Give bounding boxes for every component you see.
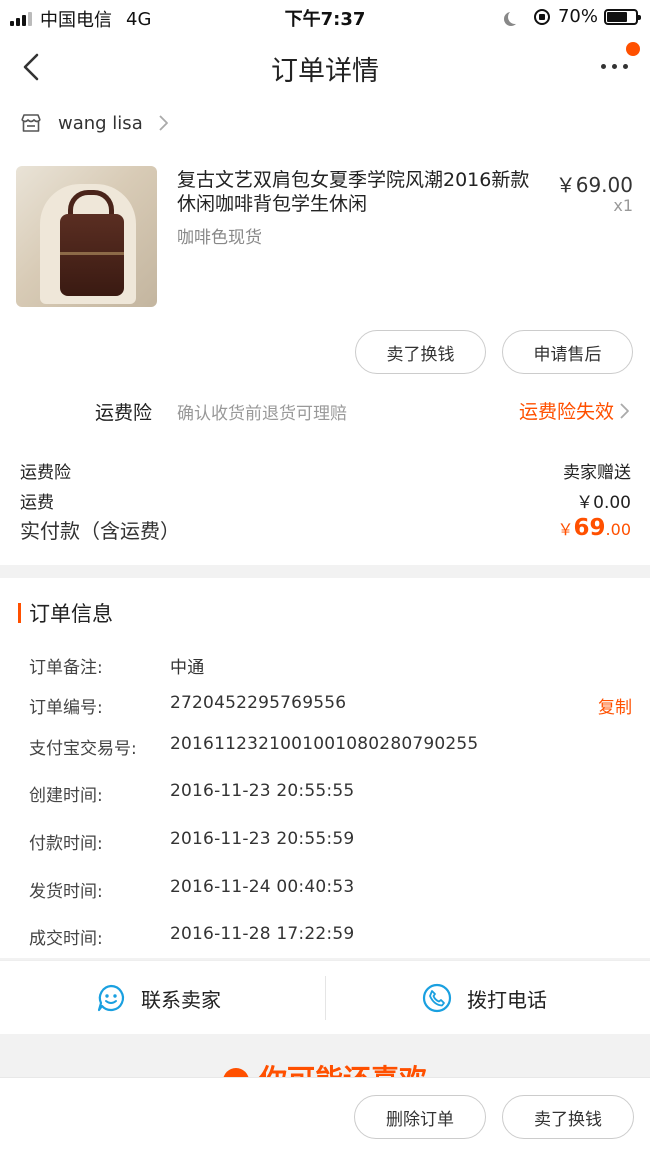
- call-button[interactable]: 拨打电话: [421, 961, 547, 1035]
- battery-icon: [604, 8, 641, 25]
- status-bar: 中国电信 4G 下午7:37 70%: [0, 0, 650, 34]
- fee-insurance-value: 卖家赠送: [563, 463, 631, 483]
- signal-icon: [10, 12, 34, 26]
- info-value: 2720452295769556: [170, 693, 347, 713]
- insurance-label: 运费险: [95, 402, 153, 424]
- moon-icon: [508, 10, 522, 24]
- rotation-lock-icon: [533, 8, 550, 25]
- carrier-name: 中国电信: [40, 10, 112, 31]
- paid-dec: .00: [605, 520, 631, 539]
- shop-link[interactable]: wang lisa: [0, 100, 650, 146]
- fee-insurance-row: 运费险 卖家赠送: [20, 458, 631, 483]
- info-label: 成交时间:: [29, 929, 103, 949]
- call-label: 拨打电话: [467, 987, 547, 1012]
- chevron-right-icon: [159, 115, 168, 131]
- battery-level: [607, 11, 627, 22]
- battery-percent: 70%: [557, 6, 598, 27]
- chevron-right-icon: [620, 403, 629, 419]
- info-row-created: 创建时间: 2016-11-23 20:55:55: [29, 781, 632, 807]
- chevron-left-icon: [23, 53, 39, 81]
- contact-bar: 联系卖家 拨打电话: [0, 960, 650, 1034]
- info-label: 发货时间:: [29, 882, 103, 902]
- copy-button[interactable]: 复制: [598, 693, 632, 718]
- status-left: 中国电信 4G: [10, 6, 151, 32]
- more-button[interactable]: [598, 42, 640, 80]
- fee-shipping-row: 运费 ￥0.00: [20, 488, 631, 513]
- info-row-remark: 订单备注: 中通: [29, 653, 632, 679]
- status-right: 70%: [504, 6, 641, 27]
- nav-bar: 订单详情: [0, 34, 650, 100]
- phone-icon: [422, 983, 452, 1013]
- fee-insurance-label: 运费险: [20, 463, 71, 483]
- shop-name: wang lisa: [58, 112, 143, 134]
- product-title[interactable]: 复古文艺双肩包女夏季学院风潮2016新款休闲咖啡背包学生休闲: [177, 168, 541, 216]
- paid-total-label: 实付款（含运费）: [20, 519, 180, 543]
- paid-int: 69: [573, 515, 606, 541]
- order-info-title: 订单信息: [29, 602, 113, 626]
- sell-for-cash-bottom-button[interactable]: 卖了换钱: [502, 1095, 634, 1139]
- paid-currency: ￥: [557, 520, 574, 539]
- insurance-desc: 确认收货前退货可理赔: [177, 404, 347, 424]
- contact-seller-button[interactable]: 联系卖家: [95, 961, 221, 1035]
- page-title: 订单详情: [271, 56, 379, 87]
- section-accent-bar: [18, 603, 21, 623]
- recommend-title: 你可能还喜欢: [0, 1058, 650, 1078]
- info-row-order-number: 订单编号: 2720452295769556 复制: [29, 693, 632, 719]
- store-icon: [21, 114, 41, 132]
- order-item-card: wang lisa 复古文艺双肩包女夏季学院风潮2016新款休闲咖啡背包学生休闲…: [0, 100, 650, 565]
- info-label: 订单备注:: [29, 658, 103, 678]
- info-row-completed: 成交时间: 2016-11-28 17:22:59: [29, 924, 632, 950]
- info-row-shipped: 发货时间: 2016-11-24 00:40:53: [29, 877, 632, 903]
- sell-for-cash-button[interactable]: 卖了换钱: [355, 330, 486, 374]
- notification-dot: [626, 42, 640, 56]
- paid-total-value: ￥69.00: [558, 515, 631, 544]
- back-button[interactable]: [16, 50, 50, 84]
- shipping-insurance-row[interactable]: 运费险 确认收货前退货可理赔 运费险失效: [0, 385, 650, 433]
- info-row-paid: 付款时间: 2016-11-23 20:55:59: [29, 829, 632, 855]
- info-value: 2016112321001001080280790255: [170, 734, 479, 754]
- fee-shipping-label: 运费: [20, 493, 54, 513]
- contact-seller-label: 联系卖家: [141, 987, 221, 1012]
- recommend-section: 你可能还喜欢: [0, 1034, 650, 1078]
- more-dots-icon: [601, 64, 606, 69]
- network-type: 4G: [126, 8, 152, 30]
- product-price: ￥69.00: [555, 173, 633, 197]
- divider: [325, 976, 326, 1020]
- info-label: 订单编号:: [29, 698, 103, 718]
- info-label: 支付宝交易号:: [29, 739, 137, 759]
- after-sale-button[interactable]: 申请售后: [502, 330, 633, 374]
- fee-shipping-value: ￥0.00: [576, 493, 631, 513]
- paid-total-row: 实付款（含运费） ￥69.00: [20, 515, 631, 544]
- info-label: 付款时间:: [29, 834, 103, 854]
- insurance-status: 运费险失效: [518, 401, 614, 423]
- product-sku: 咖啡色现货: [177, 228, 262, 248]
- info-value: 2016-11-24 00:40:53: [170, 877, 355, 897]
- info-label: 创建时间:: [29, 786, 103, 806]
- info-row-alipay-trade: 支付宝交易号: 2016112321001001080280790255: [29, 734, 632, 760]
- bottom-action-bar: 删除订单 卖了换钱: [0, 1077, 650, 1155]
- product-quantity: x1: [613, 196, 633, 215]
- info-value: 2016-11-23 20:55:59: [170, 829, 355, 849]
- order-info-card: 订单信息 订单备注: 中通 订单编号: 2720452295769556 复制 …: [0, 578, 650, 958]
- chat-face-icon: [97, 984, 125, 1012]
- info-value: 中通: [170, 658, 205, 678]
- info-value: 2016-11-28 17:22:59: [170, 924, 355, 944]
- order-info-header: 订单信息: [18, 598, 113, 628]
- info-value: 2016-11-23 20:55:55: [170, 781, 355, 801]
- recommend-title-text: 你可能还喜欢: [259, 1063, 427, 1078]
- delete-order-button[interactable]: 删除订单: [354, 1095, 486, 1139]
- product-image[interactable]: [16, 166, 157, 307]
